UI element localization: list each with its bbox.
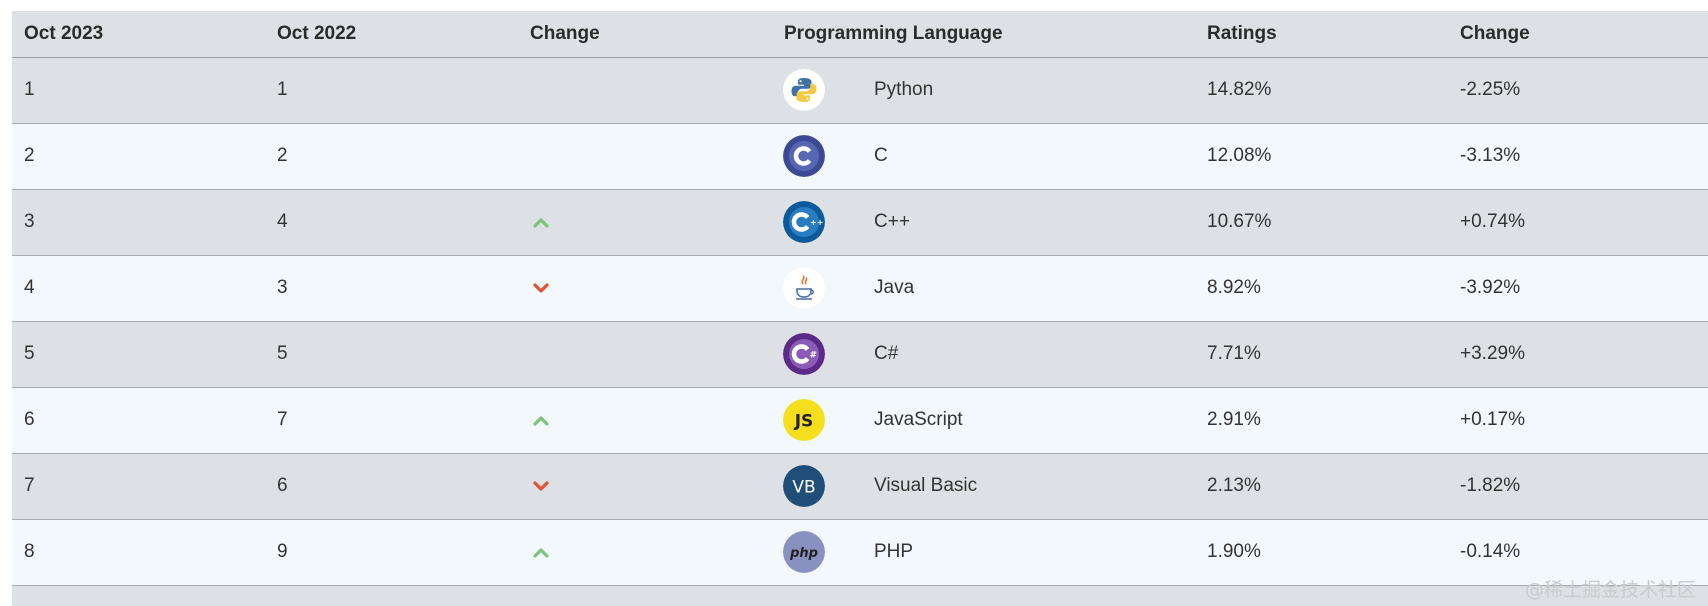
header-rank-change[interactable]: Change: [518, 11, 772, 57]
table-row: 6 7 JS JavaScript 2.91% +0.17%: [12, 387, 1708, 453]
svg-text:php: php: [789, 546, 818, 561]
c-logo-icon: [783, 135, 825, 177]
programming-language-cell: Python: [772, 57, 1195, 123]
rank-oct-2022-cell: 3: [277, 277, 288, 298]
rank-oct-2022-cell: 1: [277, 79, 288, 100]
rating-cell: 7.71%: [1207, 343, 1261, 364]
table-row: 4 3 Java 8.92% -3.92%: [12, 255, 1708, 321]
table-header-row: Oct 2023 Oct 2022 Change Programming Lan…: [12, 11, 1708, 57]
rank-oct-2022-cell: 6: [277, 475, 288, 496]
rating-cell: 1.90%: [1207, 541, 1261, 562]
table-row: 2 2 C 12.08% -3.13%: [12, 123, 1708, 189]
rank-oct-2023-cell: 7: [24, 475, 35, 496]
rating-change-cell: -3.92%: [1460, 277, 1521, 298]
table-row: 3 4 ++ C++ 10.67% +0.74%: [12, 189, 1708, 255]
svg-text:JS: JS: [794, 412, 814, 432]
rank-oct-2023-cell: 2: [24, 145, 35, 166]
arrow-up-icon: [532, 215, 550, 229]
rank-change-cell: [518, 321, 772, 387]
rank-oct-2023-cell: 8: [24, 541, 35, 562]
empty-cell: [518, 585, 772, 606]
rank-oct-2022-cell: 7: [277, 409, 288, 430]
rank-change-cell: [518, 255, 772, 321]
watermark-text: @稀土掘金技术社区: [1524, 579, 1696, 601]
programming-language-cell: php PHP: [772, 519, 1195, 585]
svg-text:++: ++: [810, 218, 823, 227]
programming-language-cell: Java: [772, 255, 1195, 321]
svg-text:#: #: [810, 351, 818, 361]
csharp-logo-icon: #: [783, 333, 825, 375]
rank-oct-2022-cell: 2: [277, 145, 288, 166]
javascript-logo-icon: JS: [783, 399, 825, 441]
rank-change-cell: [518, 453, 772, 519]
language-name: Java: [874, 277, 915, 298]
rank-change-cell: [518, 123, 772, 189]
rank-oct-2022-cell: 5: [277, 343, 288, 364]
rank-change-cell: [518, 57, 772, 123]
language-name: C++: [874, 211, 910, 232]
programming-language-cell: JS JavaScript: [772, 387, 1195, 453]
python-logo-icon: [783, 69, 825, 111]
programming-language-cell: # C#: [772, 321, 1195, 387]
header-oct-2023[interactable]: Oct 2023: [12, 11, 265, 57]
table-row: 5 5 # C# 7.71% +3.29%: [12, 321, 1708, 387]
language-name: C#: [874, 343, 899, 364]
php-logo-icon: php: [783, 531, 825, 573]
empty-cell: [772, 585, 1195, 606]
rating-cell: 2.91%: [1207, 409, 1261, 430]
language-name: Python: [874, 79, 934, 100]
tiobe-index-table-container: Oct 2023 Oct 2022 Change Programming Lan…: [12, 11, 1708, 606]
rank-oct-2023-cell: 3: [24, 211, 35, 232]
tiobe-index-table: Oct 2023 Oct 2022 Change Programming Lan…: [12, 11, 1708, 606]
programming-language-cell: ++ C++: [772, 189, 1195, 255]
rating-change-cell: +0.74%: [1460, 211, 1525, 232]
header-ratings[interactable]: Ratings: [1195, 11, 1448, 57]
cpp-logo-icon: ++: [783, 201, 825, 243]
rating-change-cell: -2.25%: [1460, 79, 1521, 100]
header-programming-language[interactable]: Programming Language: [772, 11, 1195, 57]
table-row: 7 6 VB Visual Basic 2.13% -1.82%: [12, 453, 1708, 519]
programming-language-cell: C: [772, 123, 1195, 189]
rank-oct-2023-cell: 1: [24, 79, 35, 100]
rating-change-cell: -3.13%: [1460, 145, 1521, 166]
rating-cell: 10.67%: [1207, 211, 1272, 232]
rating-cell: 12.08%: [1207, 145, 1272, 166]
rating-change-cell: -1.82%: [1460, 475, 1521, 496]
svg-text:VB: VB: [792, 478, 815, 498]
language-name: JavaScript: [874, 409, 963, 430]
table-row-partial: [12, 585, 1708, 606]
programming-language-cell: VB Visual Basic: [772, 453, 1195, 519]
header-rating-change[interactable]: Change: [1448, 11, 1708, 57]
rank-oct-2022-cell: 9: [277, 541, 288, 562]
rank-oct-2022-cell: 4: [277, 211, 288, 232]
rating-cell: 8.92%: [1207, 277, 1261, 298]
java-logo-icon: [783, 267, 825, 309]
empty-cell: [265, 585, 518, 606]
empty-cell: [1195, 585, 1448, 606]
rating-cell: 14.82%: [1207, 79, 1272, 100]
arrow-down-icon: [532, 479, 550, 493]
visual-basic-logo-icon: VB: [783, 465, 825, 507]
rank-change-cell: [518, 387, 772, 453]
rank-change-cell: [518, 519, 772, 585]
rating-cell: 2.13%: [1207, 475, 1261, 496]
arrow-down-icon: [532, 281, 550, 295]
language-name: PHP: [874, 541, 914, 562]
rank-oct-2023-cell: 4: [24, 277, 35, 298]
rank-oct-2023-cell: 5: [24, 343, 35, 364]
table-row: 8 9 php PHP 1.90% -0.14%: [12, 519, 1708, 585]
rank-change-cell: [518, 189, 772, 255]
rating-change-cell: +0.17%: [1460, 409, 1525, 430]
arrow-up-icon: [532, 545, 550, 559]
header-oct-2022[interactable]: Oct 2022: [265, 11, 518, 57]
rank-oct-2023-cell: 6: [24, 409, 35, 430]
empty-cell: [12, 585, 265, 606]
arrow-up-icon: [532, 413, 550, 427]
rating-change-cell: +3.29%: [1460, 343, 1525, 364]
table-row: 1 1 Python 14.82% -2.25%: [12, 57, 1708, 123]
language-name: Visual Basic: [874, 475, 978, 496]
language-name: C: [874, 145, 888, 166]
